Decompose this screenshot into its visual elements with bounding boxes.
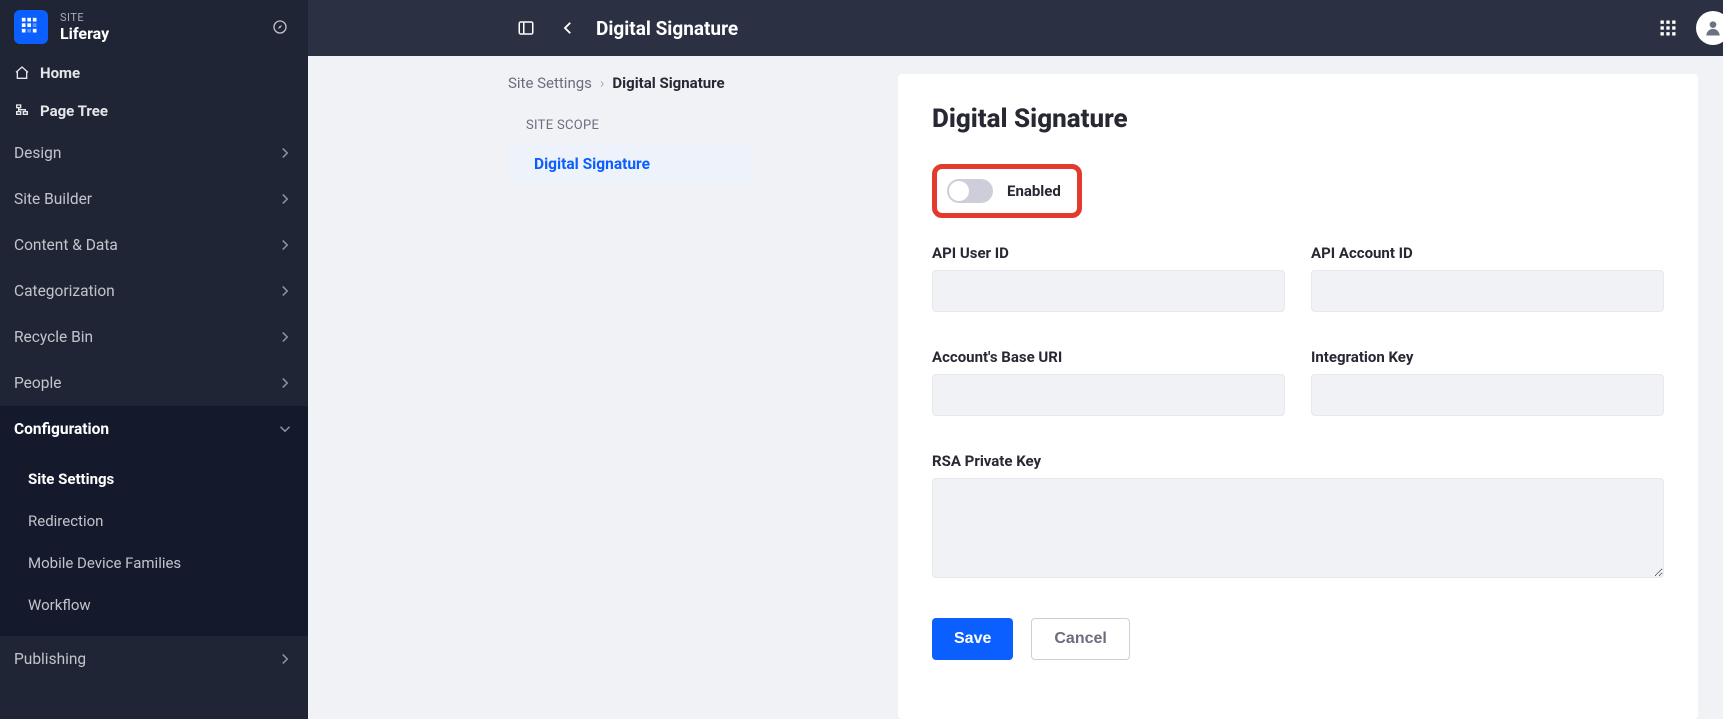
sidebar-header: SITE Liferay bbox=[0, 0, 308, 54]
subnav-site-settings[interactable]: Site Settings bbox=[0, 458, 308, 500]
subnav-mobile-device-families[interactable]: Mobile Device Families bbox=[0, 542, 308, 584]
breadcrumb: Site Settings › Digital Signature bbox=[508, 74, 778, 92]
subnav-redirection[interactable]: Redirection bbox=[0, 500, 308, 542]
sidebar-group-site-builder[interactable]: Site Builder bbox=[0, 176, 308, 222]
publishing-label: Publishing bbox=[14, 650, 86, 668]
field-api-account-id: API Account ID bbox=[1311, 244, 1664, 312]
liferay-logo-icon bbox=[20, 16, 42, 38]
sidebar-group-publishing[interactable]: Publishing bbox=[0, 636, 308, 682]
sidebar-group-categorization[interactable]: Categorization bbox=[0, 268, 308, 314]
site-type-label: SITE bbox=[60, 11, 254, 24]
compass-button[interactable] bbox=[266, 13, 294, 41]
panel-icon bbox=[517, 19, 535, 37]
chevron-right-icon bbox=[276, 650, 294, 668]
label-api-user-id: API User ID bbox=[932, 244, 1285, 262]
home-label: Home bbox=[40, 64, 80, 82]
home-icon bbox=[14, 65, 30, 81]
people-label: People bbox=[14, 374, 61, 392]
breadcrumb-separator-icon: › bbox=[600, 74, 605, 92]
field-base-uri: Account's Base URI bbox=[932, 348, 1285, 416]
field-integration-key: Integration Key bbox=[1311, 348, 1664, 416]
categorization-label: Categorization bbox=[14, 282, 115, 300]
breadcrumb-current: Digital Signature bbox=[612, 74, 724, 92]
enabled-label: Enabled bbox=[1007, 182, 1061, 200]
toggle-thumb bbox=[949, 181, 969, 201]
save-button[interactable]: Save bbox=[932, 618, 1013, 660]
label-base-uri: Account's Base URI bbox=[932, 348, 1285, 366]
chevron-left-icon bbox=[559, 19, 577, 37]
panel-toggle-button[interactable] bbox=[512, 14, 540, 42]
sidebar-group-configuration[interactable]: Configuration bbox=[0, 406, 308, 452]
apps-grid-icon bbox=[1658, 18, 1678, 38]
main: Digital Signature Site Settings bbox=[308, 0, 1723, 719]
content: Site Settings › Digital Signature SITE S… bbox=[308, 56, 1723, 719]
form-actions: Save Cancel bbox=[932, 618, 1664, 660]
input-api-user-id[interactable] bbox=[932, 270, 1285, 312]
recycle-bin-label: Recycle Bin bbox=[14, 328, 93, 346]
left-column: Site Settings › Digital Signature SITE S… bbox=[508, 74, 778, 719]
sidebar-group-recycle-bin[interactable]: Recycle Bin bbox=[0, 314, 308, 360]
input-integration-key[interactable] bbox=[1311, 374, 1664, 416]
site-name: Liferay bbox=[60, 24, 254, 43]
back-button[interactable] bbox=[554, 14, 582, 42]
label-rsa-key: RSA Private Key bbox=[932, 452, 1664, 470]
label-integration-key: Integration Key bbox=[1311, 348, 1664, 366]
chevron-right-icon bbox=[276, 144, 294, 162]
site-builder-label: Site Builder bbox=[14, 190, 92, 208]
sidebar: SITE Liferay Home Page Tree bbox=[0, 0, 308, 719]
field-rsa-key: RSA Private Key bbox=[932, 452, 1664, 582]
sidebar-item-home[interactable]: Home bbox=[0, 54, 308, 92]
sidebar-group-design[interactable]: Design bbox=[0, 130, 308, 176]
settings-card: Digital Signature Enabled API User ID AP… bbox=[898, 74, 1698, 719]
topbar: Digital Signature bbox=[308, 0, 1723, 56]
enabled-toggle-highlight: Enabled bbox=[932, 164, 1082, 218]
label-api-account-id: API Account ID bbox=[1311, 244, 1664, 262]
scope-item-digital-signature[interactable]: Digital Signature bbox=[508, 143, 754, 185]
compass-icon bbox=[272, 19, 288, 35]
chevron-right-icon bbox=[276, 282, 294, 300]
form-title: Digital Signature bbox=[932, 104, 1664, 134]
cancel-button[interactable]: Cancel bbox=[1031, 618, 1129, 660]
apps-grid-button[interactable] bbox=[1654, 14, 1682, 42]
enabled-toggle[interactable] bbox=[947, 179, 993, 203]
chevron-down-icon bbox=[276, 420, 294, 438]
page-title: Digital Signature bbox=[596, 17, 738, 40]
scope-heading: SITE SCOPE bbox=[508, 114, 778, 143]
tree-icon bbox=[14, 103, 30, 119]
input-api-account-id[interactable] bbox=[1311, 270, 1664, 312]
site-logo[interactable] bbox=[14, 10, 48, 44]
chevron-right-icon bbox=[276, 236, 294, 254]
chevron-right-icon bbox=[276, 374, 294, 392]
input-rsa-key[interactable] bbox=[932, 478, 1664, 578]
breadcrumb-root[interactable]: Site Settings bbox=[508, 74, 592, 92]
field-api-user-id: API User ID bbox=[932, 244, 1285, 312]
chevron-right-icon bbox=[276, 328, 294, 346]
site-labels: SITE Liferay bbox=[60, 11, 254, 43]
sidebar-group-content-data[interactable]: Content & Data bbox=[0, 222, 308, 268]
sidebar-item-page-tree[interactable]: Page Tree bbox=[0, 92, 308, 130]
design-label: Design bbox=[14, 144, 61, 162]
content-data-label: Content & Data bbox=[14, 236, 118, 254]
chevron-right-icon bbox=[276, 190, 294, 208]
user-icon bbox=[1703, 18, 1723, 38]
user-avatar[interactable] bbox=[1696, 11, 1723, 45]
configuration-label: Configuration bbox=[14, 420, 109, 438]
input-base-uri[interactable] bbox=[932, 374, 1285, 416]
configuration-subnav: Site Settings Redirection Mobile Device … bbox=[0, 452, 308, 636]
subnav-workflow[interactable]: Workflow bbox=[0, 584, 308, 626]
sidebar-group-people[interactable]: People bbox=[0, 360, 308, 406]
page-tree-label: Page Tree bbox=[40, 102, 108, 120]
